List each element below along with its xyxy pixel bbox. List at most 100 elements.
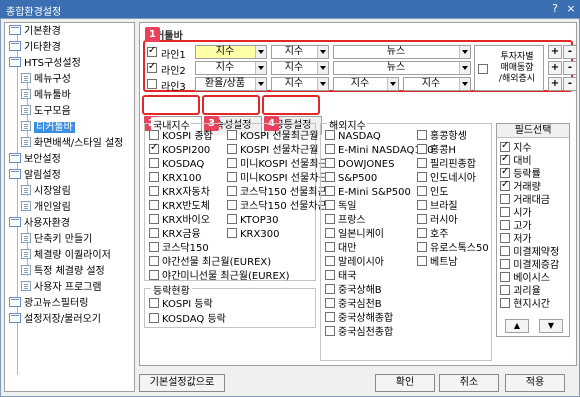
- overseas-item[interactable]: 중국상해종합: [325, 312, 393, 324]
- checkbox[interactable]: [500, 153, 510, 165]
- overseas-item[interactable]: 인도: [417, 186, 448, 198]
- line3-checkbox[interactable]: [147, 79, 157, 89]
- checkbox[interactable]: [417, 186, 427, 196]
- field-item[interactable]: 거래량: [500, 179, 541, 193]
- line1-select-3[interactable]: 뉴스: [333, 45, 471, 59]
- checkbox[interactable]: [149, 270, 159, 280]
- overseas-item[interactable]: 베트남: [417, 256, 458, 268]
- checkbox[interactable]: [500, 179, 510, 191]
- checkbox[interactable]: [227, 214, 237, 224]
- checkbox[interactable]: [149, 228, 159, 238]
- tree-item-ad-news-filter[interactable]: 광고뉴스필터링: [9, 297, 88, 310]
- overseas-item[interactable]: 필리핀종합: [417, 158, 476, 170]
- field-item[interactable]: 대비: [500, 153, 532, 167]
- checkbox[interactable]: [417, 172, 427, 182]
- checkbox[interactable]: [149, 242, 159, 252]
- move-down-button[interactable]: ▼: [539, 319, 563, 333]
- overseas-item[interactable]: 말레이시아: [325, 256, 384, 268]
- line3-select-2[interactable]: 지수: [271, 77, 329, 91]
- field-item[interactable]: 베이시스: [500, 272, 550, 284]
- checkbox[interactable]: [325, 214, 335, 224]
- domestic-item[interactable]: KOSPI200: [149, 142, 210, 156]
- tree-item-user-env[interactable]: 사용자환경: [9, 217, 70, 230]
- investor-option[interactable]: 투자자별 매매동향 /해외증시: [474, 45, 544, 91]
- field-item[interactable]: 등락률: [500, 166, 541, 180]
- cancel-button[interactable]: 취소: [439, 374, 499, 392]
- help-button[interactable]: ?: [548, 2, 562, 16]
- overseas-item[interactable]: 독일: [325, 200, 356, 212]
- add-line-button-2[interactable]: +: [548, 61, 562, 75]
- line2-select-3[interactable]: 뉴스: [333, 61, 471, 75]
- apply-button[interactable]: 적용: [505, 374, 565, 392]
- checkbox[interactable]: [325, 284, 335, 294]
- domestic-item[interactable]: KRX300: [227, 228, 279, 240]
- close-button[interactable]: ×: [564, 2, 578, 16]
- overseas-item[interactable]: 중국상해B: [325, 284, 382, 296]
- domestic-item[interactable]: KRX반도체: [149, 200, 210, 212]
- checkbox[interactable]: [149, 172, 159, 182]
- domestic-item[interactable]: KRX바이오: [149, 214, 210, 226]
- overseas-item[interactable]: 중국심천B: [325, 298, 382, 310]
- overseas-item[interactable]: 중국심천종합: [325, 326, 393, 338]
- checkbox[interactable]: [500, 166, 510, 178]
- overseas-item[interactable]: 홍콩항셍: [417, 130, 467, 142]
- checkbox[interactable]: [500, 259, 510, 269]
- checkbox[interactable]: [417, 228, 427, 238]
- overseas-item[interactable]: NASDAQ: [325, 130, 381, 142]
- checkbox[interactable]: [325, 130, 335, 140]
- tree-item-basic-env[interactable]: 기본환경: [9, 25, 61, 38]
- checkbox[interactable]: [227, 144, 237, 154]
- domestic-item[interactable]: KOSPI 종합: [149, 130, 213, 142]
- checkbox[interactable]: [500, 285, 510, 295]
- tree-item-menu-toolbar[interactable]: 메뉴툴바: [21, 89, 71, 102]
- checkbox[interactable]: [325, 228, 335, 238]
- line1-checkbox[interactable]: [147, 45, 157, 57]
- checkbox[interactable]: [325, 256, 335, 266]
- checkbox[interactable]: [149, 200, 159, 210]
- field-item[interactable]: 괴리율: [500, 285, 541, 297]
- checkbox[interactable]: [500, 140, 510, 152]
- checkbox[interactable]: [417, 158, 427, 168]
- domestic-item[interactable]: KRX자동차: [149, 186, 210, 198]
- overseas-item[interactable]: 태국: [325, 270, 356, 282]
- domestic-item[interactable]: 코스닥150 선물최근: [227, 186, 327, 198]
- checkbox[interactable]: [227, 172, 237, 182]
- overseas-item[interactable]: 러시아: [417, 214, 458, 226]
- checkbox[interactable]: [325, 158, 335, 168]
- checkbox[interactable]: [325, 186, 335, 196]
- field-item[interactable]: 현지시간: [500, 298, 550, 310]
- checkbox[interactable]: [500, 272, 510, 282]
- field-item[interactable]: 미결제증감: [500, 259, 559, 271]
- overseas-item[interactable]: 일본니케이: [325, 228, 384, 240]
- overseas-item[interactable]: 홍콩H: [417, 144, 456, 156]
- line2-select-2[interactable]: 지수: [271, 61, 329, 75]
- line2-select-1[interactable]: 지수: [195, 61, 267, 75]
- overseas-item[interactable]: 브라질: [417, 200, 458, 212]
- overseas-item[interactable]: S&P500: [325, 172, 377, 184]
- checkbox[interactable]: [417, 130, 427, 140]
- checkbox[interactable]: [417, 200, 427, 210]
- checkbox[interactable]: [500, 207, 510, 217]
- tree-item-hts-config[interactable]: HTS구성설정: [9, 57, 81, 70]
- checkbox[interactable]: [500, 246, 510, 256]
- domestic-item[interactable]: KOSPI 선물차근월: [227, 144, 318, 156]
- tree-item-market-alert[interactable]: 시장알림: [21, 185, 71, 198]
- line3-select-4[interactable]: 지수: [403, 77, 471, 91]
- checkbox[interactable]: [500, 220, 510, 230]
- field-item[interactable]: 고가: [500, 220, 532, 232]
- line1-select-1[interactable]: 지수: [195, 45, 267, 59]
- tree-item-ticker-toolbar[interactable]: 티커툴바: [21, 121, 75, 134]
- investor-checkbox[interactable]: [478, 64, 488, 74]
- tree-item-personal-alert[interactable]: 개인알림: [21, 201, 71, 214]
- line2-checkbox[interactable]: [147, 61, 157, 73]
- domestic-item[interactable]: 야간선물 최근월(EUREX): [149, 256, 271, 268]
- tree-item-alerts[interactable]: 알림설정: [9, 169, 61, 182]
- checkbox[interactable]: [325, 242, 335, 252]
- checkbox[interactable]: [149, 313, 159, 323]
- field-item[interactable]: 미결제약정: [500, 246, 559, 258]
- line3-select-1[interactable]: 환율/상품: [195, 77, 267, 91]
- field-item[interactable]: 저가: [500, 233, 532, 245]
- tree-item-shortcuts[interactable]: 단축키 만들기: [21, 233, 92, 246]
- checkbox[interactable]: [149, 256, 159, 266]
- tree-item-user-program[interactable]: 사용자 프로그램: [21, 281, 102, 294]
